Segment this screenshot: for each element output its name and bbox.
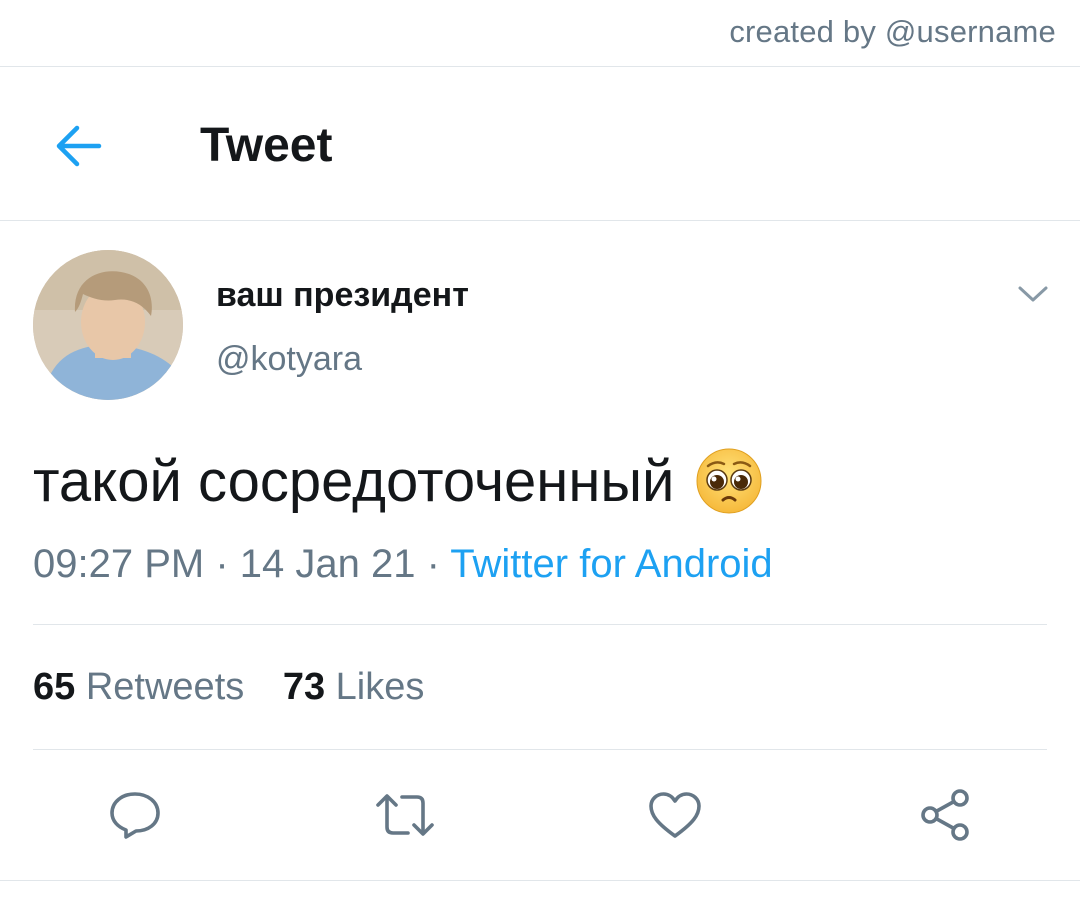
- share-button[interactable]: [910, 780, 980, 850]
- likes-label: Likes: [335, 666, 425, 708]
- likes-count: 73: [282, 666, 326, 708]
- retweet-icon: [376, 794, 434, 836]
- top-divider: [0, 66, 1080, 67]
- tweet-meta: 09:27 PM · 14 Jan 21 · Twitter for Andro…: [33, 542, 773, 587]
- tweet-time: 09:27 PM: [33, 542, 205, 586]
- retweets-label: Retweets: [85, 666, 245, 708]
- header-divider: [0, 220, 1080, 221]
- tweet-text: такой сосредоточенный: [33, 448, 675, 514]
- like-button[interactable]: [640, 780, 710, 850]
- reply-button[interactable]: [100, 780, 170, 850]
- likes-stat[interactable]: 73 Likes: [283, 666, 425, 709]
- author-display-name[interactable]: ваш президент: [216, 276, 469, 315]
- retweet-button[interactable]: [370, 780, 440, 850]
- reply-icon: [110, 792, 160, 839]
- chevron-down-icon: [1018, 286, 1048, 302]
- pleading-face-icon: [696, 448, 762, 514]
- tweet-date: 14 Jan 21: [239, 542, 416, 586]
- tweet-body: такой сосредоточенный: [33, 446, 764, 516]
- credit-text: created by @username: [729, 14, 1056, 49]
- meta-separator: ·: [415, 542, 451, 586]
- share-icon: [921, 789, 969, 841]
- tweet-source-link[interactable]: Twitter for Android: [450, 542, 772, 586]
- meta-divider: [33, 624, 1047, 625]
- arrow-left-icon: [56, 125, 102, 167]
- retweets-stat[interactable]: 65 Retweets: [33, 666, 244, 709]
- avatar[interactable]: [33, 250, 183, 400]
- bottom-divider: [0, 880, 1080, 881]
- back-button[interactable]: [48, 120, 108, 172]
- page-title: Tweet: [200, 119, 333, 172]
- author-handle[interactable]: @kotyara: [216, 340, 362, 379]
- retweets-count: 65: [33, 666, 76, 708]
- like-icon: [649, 792, 701, 838]
- avatar-image: [33, 250, 183, 400]
- tweet-stats: 65 Retweets 73 Likes: [33, 666, 424, 709]
- meta-separator: ·: [204, 542, 240, 586]
- stats-divider: [33, 749, 1047, 750]
- more-options-button[interactable]: [1008, 274, 1058, 314]
